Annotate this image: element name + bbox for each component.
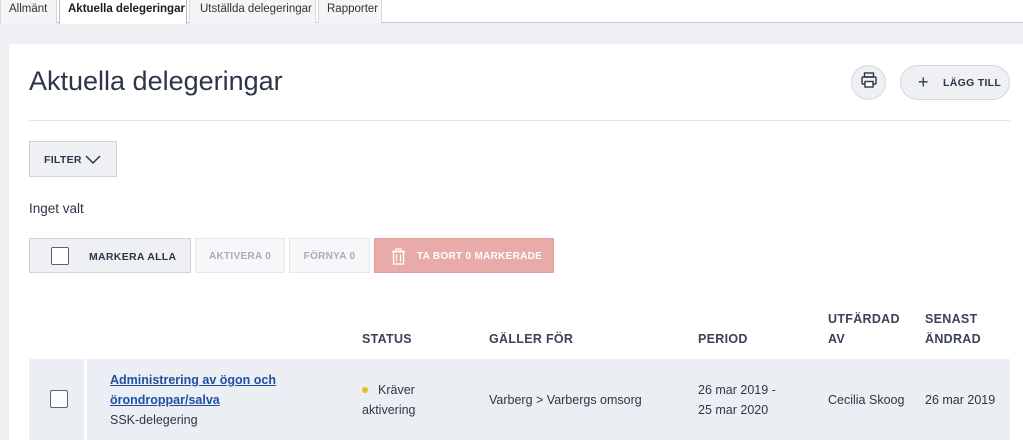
delegation-title-link[interactable]: örondroppar/salva <box>110 393 220 407</box>
delete-label: TA BORT 0 MARKERADE <box>417 251 543 262</box>
delegation-type: SSK-delegering <box>110 413 198 427</box>
header-line: AV <box>828 332 846 346</box>
header-line: UTFÄRDAD <box>828 312 900 326</box>
tab-label: Aktuella delegeringar <box>68 3 185 15</box>
delegation-title-link[interactable]: Administrering av ögon och <box>110 373 276 387</box>
tab-label: Utställda delegeringar <box>200 3 312 15</box>
header-line: SENAST <box>925 312 978 326</box>
tab-rapporter[interactable]: Rapporter <box>318 0 382 23</box>
applies-to-cell: Varberg > Varbergs omsorg <box>489 393 642 407</box>
column-header-issued-by[interactable]: UTFÄRDAD AV <box>828 309 900 349</box>
column-header-last-changed[interactable]: SENAST ÄNDRAD <box>925 309 981 349</box>
activate-button[interactable]: AKTIVERA 0 <box>195 238 285 273</box>
plus-icon: + <box>918 72 929 92</box>
print-button[interactable] <box>851 65 886 100</box>
period-cell: 26 mar 2019 - 25 mar 2020 <box>698 380 776 420</box>
activate-label: AKTIVERA 0 <box>208 251 272 262</box>
row-checkbox[interactable] <box>50 390 68 408</box>
chevron-down-icon <box>85 152 101 171</box>
printer-icon <box>860 71 878 94</box>
tab-label: Allmänt <box>9 3 48 15</box>
status-dot <box>362 386 368 393</box>
mark-all-checkbox[interactable] <box>51 247 69 265</box>
status-text: aktivering <box>362 403 416 417</box>
column-header-status[interactable]: STATUS <box>362 329 412 349</box>
period-start: 26 mar 2019 - <box>698 383 776 397</box>
divider <box>29 120 1010 121</box>
last-changed-cell: 26 mar 2019 <box>925 393 996 407</box>
header-line: ÄNDRAD <box>925 332 981 346</box>
status-text: Kräver <box>378 383 415 397</box>
delegation-title-cell: Administrering av ögon och örondroppar/s… <box>110 370 276 430</box>
tab-aktuella-delegeringar[interactable]: Aktuella delegeringar <box>59 0 187 24</box>
column-header-applies-to[interactable]: GÄLLER FÖR <box>489 329 573 349</box>
add-button[interactable]: + LÄGG TILL <box>900 65 1010 100</box>
row-checkbox-cell <box>29 359 87 440</box>
delete-selected-button[interactable]: TA BORT 0 MARKERADE <box>374 238 554 273</box>
filter-button[interactable]: FILTER <box>29 141 117 177</box>
tab-allmant[interactable]: Allmänt <box>0 0 57 23</box>
tab-label: Rapporter <box>327 3 379 15</box>
filter-label: FILTER <box>44 154 82 166</box>
tab-bar: Allmänt Aktuella delegeringar Utställda … <box>0 0 1023 24</box>
mark-all-label: MARKERA ALLA <box>89 251 177 263</box>
filter-selection-text: Inget valt <box>29 201 84 216</box>
trash-icon <box>391 248 406 270</box>
period-end: 25 mar 2020 <box>698 403 769 417</box>
renew-button[interactable]: FÖRNYA 0 <box>289 238 370 273</box>
page-title: Aktuella delegeringar <box>29 66 283 96</box>
mark-all-button[interactable]: MARKERA ALLA <box>29 238 191 273</box>
tab-utstallda-delegeringar[interactable]: Utställda delegeringar <box>189 0 316 23</box>
status-cell: Kräver aktivering <box>362 380 416 420</box>
column-header-period[interactable]: PERIOD <box>698 329 748 349</box>
add-button-label: LÄGG TILL <box>943 77 1002 89</box>
renew-label: FÖRNYA 0 <box>303 251 356 262</box>
issued-by-cell: Cecilia Skoog <box>828 393 905 407</box>
